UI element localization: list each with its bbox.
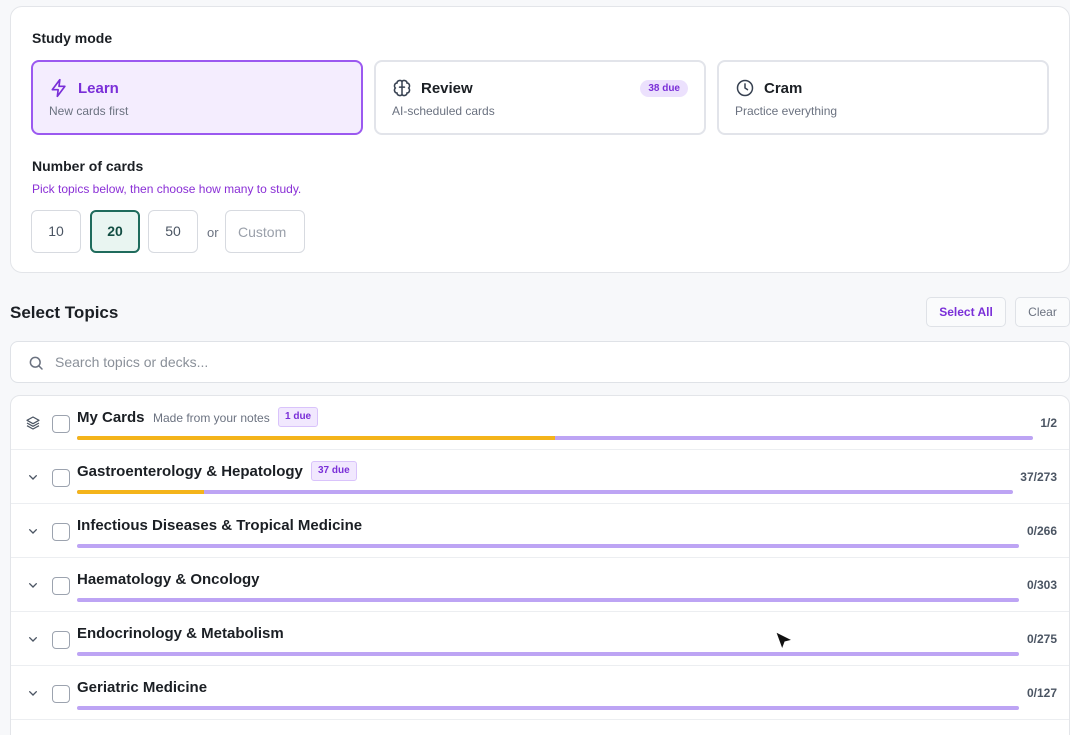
topic-progress-fill [77, 436, 555, 440]
topic-row-geriatric-medicine[interactable]: Geriatric Medicine 0/127 [11, 666, 1069, 720]
topic-subtitle: Made from your notes [153, 411, 270, 425]
brain-icon [393, 79, 411, 97]
topic-checkbox[interactable] [52, 523, 70, 541]
topic-search[interactable] [10, 341, 1070, 383]
topic-row-gastroenterology[interactable]: Gastroenterology & Hepatology 37 due 37/… [11, 450, 1069, 504]
topic-count: 37/273 [1020, 470, 1057, 484]
topic-due-badge: 37 due [311, 461, 357, 481]
mode-learn-card[interactable]: Learn New cards first [31, 60, 363, 135]
topic-name: Haematology & Oncology [77, 571, 260, 588]
topic-checkbox[interactable] [52, 631, 70, 649]
search-icon [29, 356, 43, 370]
chevron-down-icon[interactable] [25, 469, 41, 485]
topic-progress-bar [77, 598, 1019, 602]
chevron-down-icon[interactable] [25, 577, 41, 593]
topic-name: Endocrinology & Metabolism [77, 625, 284, 642]
topic-count: 0/266 [1026, 524, 1057, 538]
topic-row-haematology[interactable]: Haematology & Oncology 0/303 [11, 558, 1069, 612]
select-all-button[interactable]: Select All [926, 297, 1006, 327]
or-label: or [207, 225, 219, 240]
topic-count: 0/127 [1026, 686, 1057, 700]
topic-checkbox[interactable] [52, 577, 70, 595]
topic-progress-bar [77, 652, 1019, 656]
mode-learn-title: Learn [78, 80, 119, 97]
topic-progress-fill [77, 490, 204, 494]
topic-list: My Cards Made from your notes 1 due 1/2 … [10, 395, 1070, 735]
chevron-down-icon[interactable] [25, 631, 41, 647]
mode-review-card[interactable]: Review 38 due AI-scheduled cards [374, 60, 706, 135]
topic-name: Gastroenterology & Hepatology [77, 463, 303, 480]
review-due-badge: 38 due [640, 80, 688, 97]
topic-progress-bar [77, 436, 1033, 440]
topic-row-infectious-diseases[interactable]: Infectious Diseases & Tropical Medicine … [11, 504, 1069, 558]
topic-row-my-cards[interactable]: My Cards Made from your notes 1 due 1/2 [11, 396, 1069, 450]
count-50-button[interactable]: 50 [148, 210, 198, 253]
clear-button[interactable]: Clear [1015, 297, 1070, 327]
chevron-down-icon[interactable] [25, 523, 41, 539]
topic-checkbox[interactable] [52, 469, 70, 487]
topic-checkbox[interactable] [52, 415, 70, 433]
mode-review-title: Review [421, 80, 473, 97]
custom-count-input[interactable] [225, 210, 305, 253]
study-mode-label: Study mode [32, 30, 113, 46]
mode-cram-subtitle: Practice everything [735, 104, 838, 118]
mode-learn-subtitle: New cards first [49, 104, 129, 118]
select-topics-title: Select Topics [10, 303, 119, 322]
mode-review-subtitle: AI-scheduled cards [392, 104, 495, 118]
topic-progress-bar [77, 490, 1013, 494]
topic-row-endocrinology[interactable]: Endocrinology & Metabolism 0/275 [11, 612, 1069, 666]
topic-count: 0/275 [1026, 632, 1057, 646]
mouse-cursor-icon [774, 630, 794, 651]
topic-progress-bar [77, 706, 1019, 710]
bolt-icon [51, 78, 66, 98]
count-20-button[interactable]: 20 [90, 210, 140, 253]
mode-cram-card[interactable]: Cram Practice everything [717, 60, 1049, 135]
study-settings-card: Study mode Learn New cards first Review … [10, 6, 1070, 273]
count-10-button[interactable]: 10 [31, 210, 81, 253]
topic-count: 1/2 [1040, 416, 1057, 430]
topic-progress-bar [77, 544, 1019, 548]
layers-icon [26, 416, 40, 430]
topic-name: My Cards [77, 409, 145, 426]
topic-name: Infectious Diseases & Tropical Medicine [77, 517, 363, 534]
mode-cram-title: Cram [764, 80, 803, 97]
cards-hint: Pick topics below, then choose how many … [32, 182, 302, 196]
search-input[interactable] [55, 350, 955, 374]
clock-icon [736, 79, 754, 97]
topic-name: Geriatric Medicine [77, 679, 208, 696]
topic-count: 0/303 [1026, 578, 1057, 592]
number-of-cards-label: Number of cards [32, 158, 144, 174]
chevron-down-icon[interactable] [25, 685, 41, 701]
topic-due-badge: 1 due [278, 407, 319, 427]
topic-checkbox[interactable] [52, 685, 70, 703]
